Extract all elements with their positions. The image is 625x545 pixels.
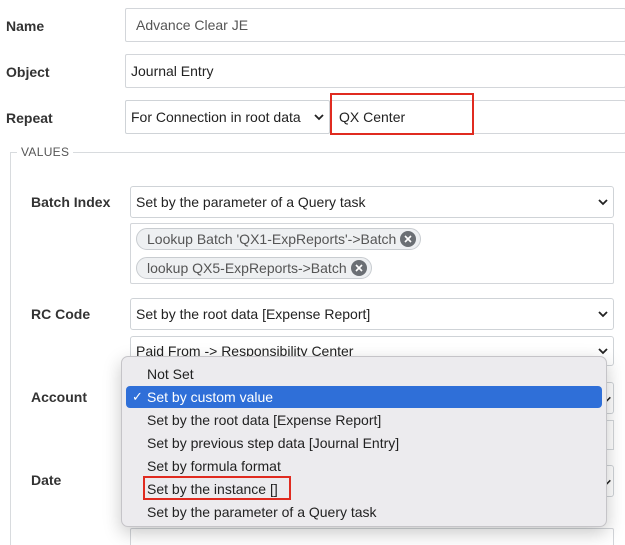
- rc-code-select[interactable]: Set by the root data [Expense Report]: [130, 298, 614, 330]
- date-label: Date: [31, 472, 62, 488]
- repeat-value-highlight: [330, 93, 474, 135]
- dropdown-option[interactable]: Set by the root data [Expense Report]: [126, 409, 602, 431]
- dropdown-option[interactable]: Not Set: [126, 363, 602, 385]
- option-label: Set by formula format: [147, 458, 281, 474]
- option-label: Not Set: [147, 366, 194, 382]
- object-value: Journal Entry: [131, 63, 214, 79]
- chevron-down-icon: [598, 311, 608, 318]
- batch-tag-label: lookup QX5-ExpReports->Batch: [147, 260, 347, 276]
- option-label: Set by custom value: [147, 389, 274, 405]
- remove-tag-icon[interactable]: [350, 260, 367, 276]
- instance-option-highlight: [143, 476, 291, 500]
- batch-index-label: Batch Index: [31, 194, 111, 210]
- object-label: Object: [6, 64, 50, 80]
- dropdown-option[interactable]: Set by formula format: [126, 455, 602, 477]
- repeat-select[interactable]: For Connection in root data: [125, 100, 330, 134]
- batch-index-select[interactable]: Set by the parameter of a Query task: [130, 186, 614, 218]
- chevron-down-icon: [314, 114, 324, 121]
- batch-tag: Lookup Batch 'QX1-ExpReports'->Batch: [136, 228, 422, 250]
- repeat-select-value: For Connection in root data: [131, 109, 301, 125]
- batch-tag-label: Lookup Batch 'QX1-ExpReports'->Batch: [147, 231, 397, 247]
- rc-code-label: RC Code: [31, 306, 91, 322]
- date-value-input[interactable]: [130, 528, 614, 545]
- object-field[interactable]: Journal Entry: [125, 54, 625, 88]
- option-label: Set by previous step data [Journal Entry…: [147, 435, 400, 451]
- dropdown-option-selected[interactable]: ✓ Set by custom value: [126, 386, 602, 408]
- option-label: Set by the root data [Expense Report]: [147, 412, 382, 428]
- values-fieldset-border: [10, 152, 625, 153]
- name-input[interactable]: Advance Clear JE: [125, 8, 625, 42]
- dropdown-option[interactable]: Set by previous step data [Journal Entry…: [126, 432, 602, 454]
- remove-tag-icon[interactable]: [400, 231, 417, 247]
- option-label: Set by the parameter of a Query task: [147, 504, 377, 520]
- account-dropdown-menu: Not Set ✓ Set by custom value Set by the…: [121, 356, 607, 527]
- name-label: Name: [6, 18, 45, 34]
- rc-code-select-value: Set by the root data [Expense Report]: [136, 306, 371, 322]
- dropdown-option[interactable]: Set by the parameter of a Query task: [126, 501, 602, 523]
- values-legend: VALUES: [17, 145, 74, 159]
- account-label: Account: [31, 389, 87, 405]
- batch-index-select-value: Set by the parameter of a Query task: [136, 194, 366, 210]
- values-fieldset-left-border: [10, 152, 11, 545]
- repeat-label: Repeat: [6, 110, 53, 126]
- batch-tag: lookup QX5-ExpReports->Batch: [136, 257, 372, 279]
- checkmark-icon: ✓: [132, 389, 143, 404]
- chevron-down-icon: [598, 199, 608, 206]
